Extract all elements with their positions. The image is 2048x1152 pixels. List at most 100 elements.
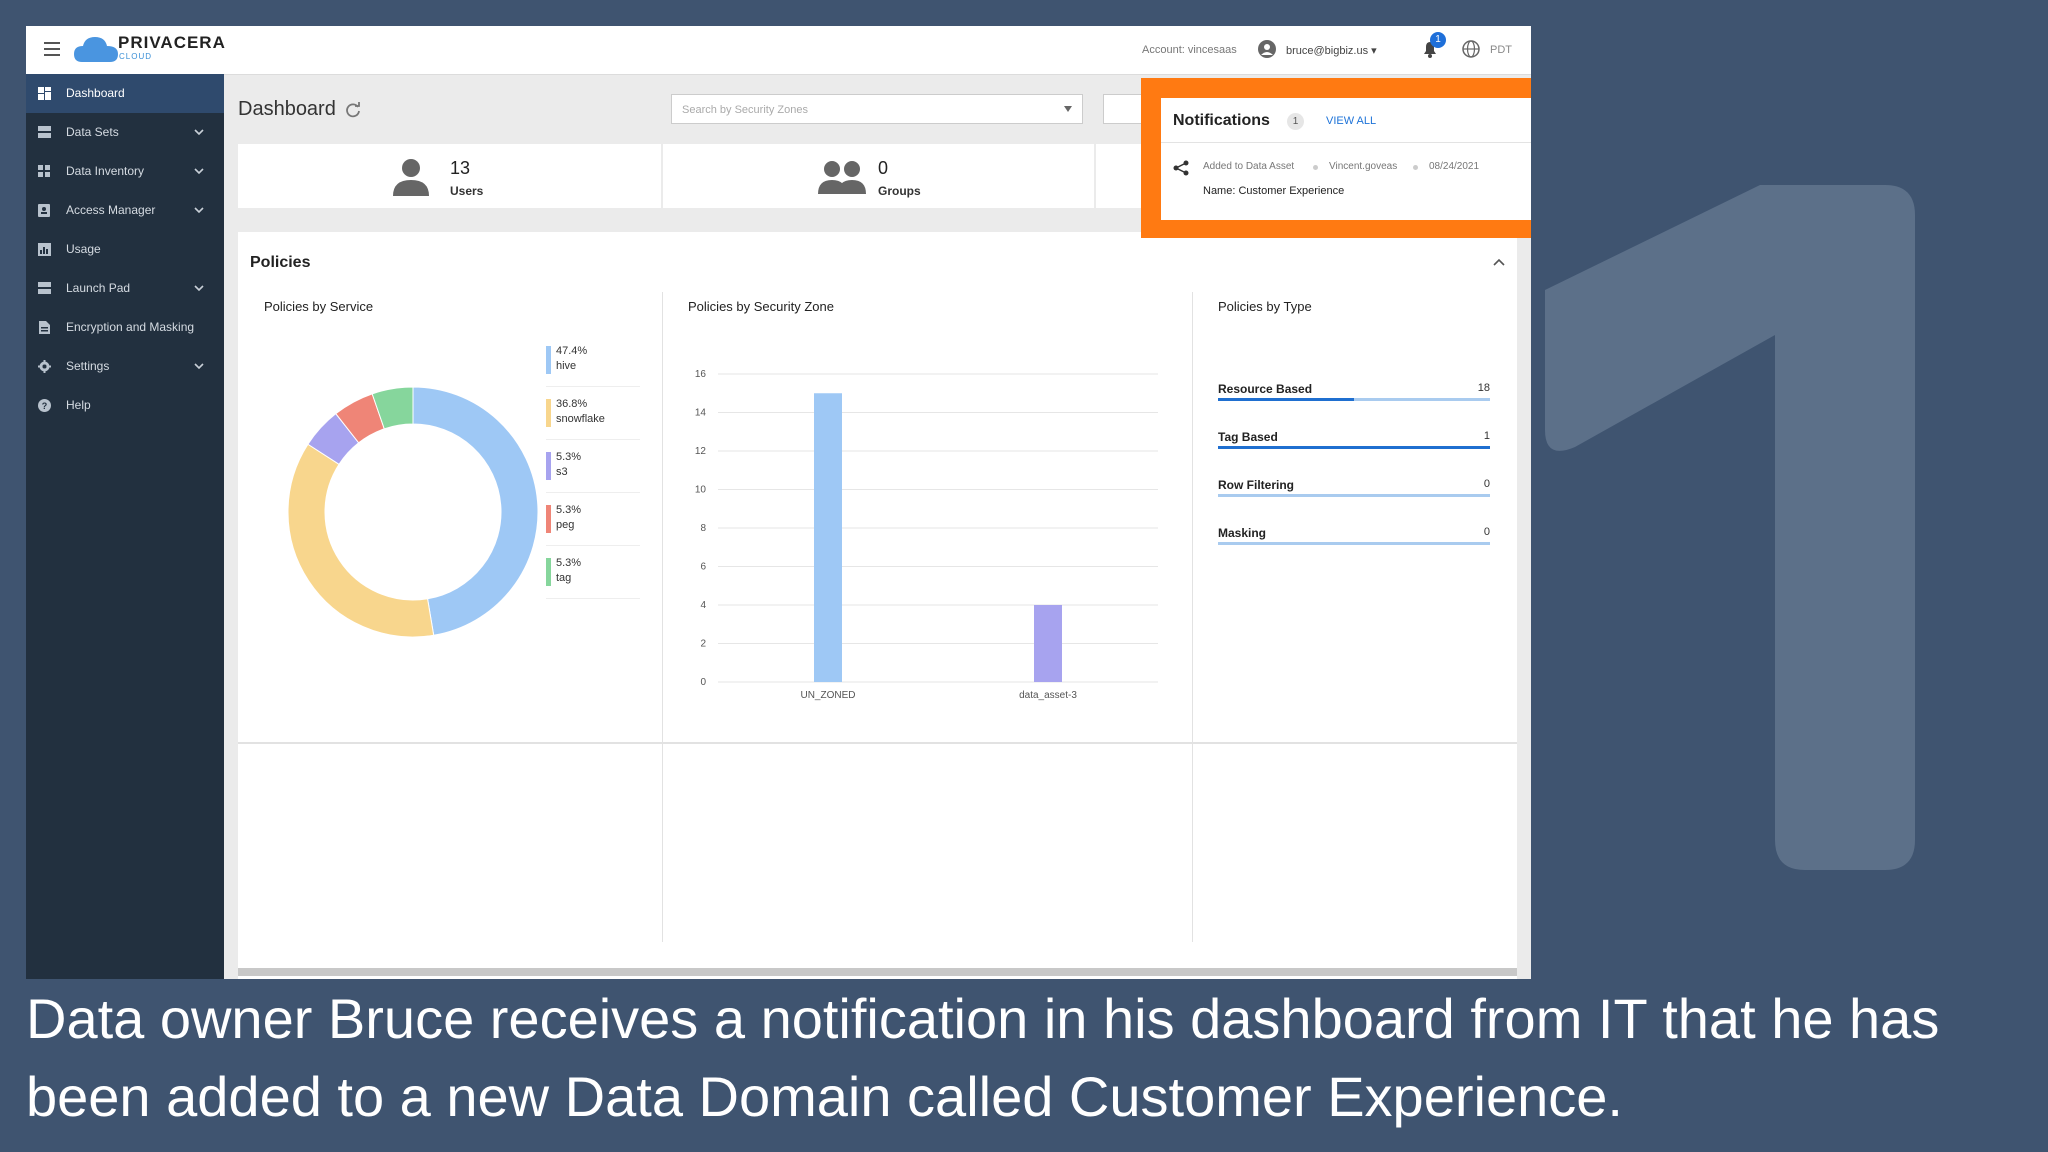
bar-data_asset-3[interactable] (1034, 605, 1062, 682)
top-bar: PRIVACERA CLOUD Account: vincesaas bruce… (26, 26, 1531, 75)
type-value: 0 (1483, 526, 1490, 538)
sidebar-item-label: Usage (66, 242, 101, 256)
x-tick-label: UN_ZONED (800, 690, 855, 701)
legend-item[interactable]: 36.8% snowflake (546, 395, 640, 440)
search-placeholder: Search by Security Zones (682, 104, 808, 116)
sidebar: Dashboard Data Sets Data Inventory Acces… (26, 74, 224, 979)
user-avatar-icon[interactable] (1258, 40, 1276, 58)
type-row-masking: Masking 0 (1218, 526, 1490, 566)
legend-swatch (546, 452, 551, 480)
page-title: Dashboard (238, 98, 336, 120)
type-value: 1 (1483, 430, 1490, 442)
refresh-icon[interactable] (344, 101, 362, 119)
users-label: Users (450, 184, 484, 198)
notification-highlight: Notifications 1 VIEW ALL Added to Data A… (1141, 78, 1531, 238)
type-value: 0 (1483, 478, 1490, 490)
notification-by: Vincent.goveas (1329, 161, 1398, 172)
legend-swatch (546, 346, 551, 374)
policies-by-type-title: Policies by Type (1218, 299, 1312, 314)
x-tick-label: data_asset-3 (1019, 690, 1077, 701)
timezone-label: PDT (1490, 44, 1512, 56)
sidebar-item-encryption-masking[interactable]: Encryption and Masking (26, 308, 224, 347)
type-track (1218, 398, 1490, 401)
sidebar-item-launch-pad[interactable]: Launch Pad (26, 269, 224, 308)
legend-pct: 47.4% (556, 345, 588, 357)
type-track (1218, 446, 1490, 449)
sidebar-item-label: Data Sets (66, 125, 119, 139)
dashboard-icon (38, 87, 51, 100)
account-label: Account: vincesaas (1142, 44, 1237, 56)
type-track (1218, 542, 1490, 545)
sidebar-item-access-manager[interactable]: Access Manager (26, 191, 224, 230)
policies-by-service-donut (287, 386, 539, 638)
sidebar-item-settings[interactable]: Settings (26, 347, 224, 386)
sidebar-item-dashboard[interactable]: Dashboard (26, 74, 224, 113)
groups-label: Groups (878, 184, 921, 198)
chevron-down-icon (194, 285, 204, 292)
policies-by-zone-title: Policies by Security Zone (688, 299, 834, 314)
view-all-link[interactable]: VIEW ALL (1326, 115, 1376, 127)
users-count: 13 (450, 158, 471, 178)
divider (238, 742, 1517, 744)
legend-swatch (546, 558, 551, 586)
notification-action: Added to Data Asset (1203, 161, 1295, 172)
globe-icon[interactable] (1462, 40, 1480, 58)
notifications-count: 1 (1287, 113, 1304, 130)
horizontal-scrollbar[interactable] (238, 968, 1517, 976)
notification-name[interactable]: Name: Customer Experience (1203, 185, 1344, 197)
y-tick-label: 4 (700, 600, 706, 611)
type-name: Row Filtering (1218, 478, 1294, 492)
datasets-icon (38, 126, 51, 138)
donut-slice-hive[interactable] (412, 386, 539, 636)
chevron-down-icon (194, 129, 204, 136)
policies-card: Policies Policies by Service Policies by… (238, 232, 1517, 979)
app-window: PRIVACERA CLOUD Account: vincesaas bruce… (26, 26, 1531, 979)
sidebar-item-help[interactable]: ? Help (26, 386, 224, 425)
sidebar-item-data-sets[interactable]: Data Sets (26, 113, 224, 152)
sidebar-item-label: Help (66, 398, 91, 412)
y-tick-label: 8 (700, 523, 706, 534)
legend-item[interactable]: 47.4% hive (546, 342, 640, 387)
y-tick-label: 10 (695, 485, 707, 496)
type-track (1218, 494, 1490, 497)
inventory-icon (38, 165, 50, 177)
user-email: bruce@bigbiz.us (1286, 45, 1369, 57)
sidebar-item-usage[interactable]: Usage (26, 230, 224, 269)
svg-text:?: ? (42, 401, 48, 411)
menu-icon[interactable] (44, 42, 60, 56)
type-name: Resource Based (1218, 382, 1313, 396)
y-tick-label: 0 (700, 677, 706, 688)
users-stat-card: 13 Users (238, 144, 661, 208)
chevron-up-icon[interactable] (1493, 258, 1505, 266)
legend-item[interactable]: 5.3% tag (546, 554, 640, 599)
sidebar-item-label: Access Manager (66, 203, 156, 217)
gear-icon (38, 360, 51, 373)
secondary-filter[interactable] (1103, 94, 1143, 124)
type-row-resource-based: Resource Based 18 (1218, 382, 1490, 422)
caret-down-icon (1064, 106, 1072, 112)
legend-name: s3 (556, 466, 568, 478)
legend-pct: 5.3% (556, 451, 582, 463)
chevron-down-icon (194, 168, 204, 175)
user-menu[interactable]: bruce@bigbiz.us ▾ (1286, 44, 1377, 57)
security-zone-search[interactable]: Search by Security Zones (671, 94, 1083, 124)
sidebar-item-data-inventory[interactable]: Data Inventory (26, 152, 224, 191)
donut-slice-snowflake[interactable] (287, 443, 435, 638)
groups-stat-card: 0 Groups (663, 144, 1094, 208)
legend-swatch (546, 399, 551, 427)
notification-badge: 1 (1430, 32, 1446, 48)
bar-UN_ZONED[interactable] (814, 393, 842, 682)
legend-swatch (546, 505, 551, 533)
y-tick-label: 6 (700, 562, 706, 573)
legend-item[interactable]: 5.3% peg (546, 501, 640, 546)
groups-count: 0 (878, 158, 889, 178)
legend-item[interactable]: 5.3% s3 (546, 448, 640, 493)
launchpad-icon (38, 282, 51, 294)
divider (1192, 292, 1193, 942)
notifications-title: Notifications (1173, 112, 1270, 129)
sidebar-item-label: Encryption and Masking (66, 320, 195, 334)
sidebar-item-label: Data Inventory (66, 164, 145, 178)
legend-name: snowflake (556, 413, 605, 425)
encryption-icon (39, 321, 50, 334)
brand-name: PRIVACERA (118, 33, 226, 52)
